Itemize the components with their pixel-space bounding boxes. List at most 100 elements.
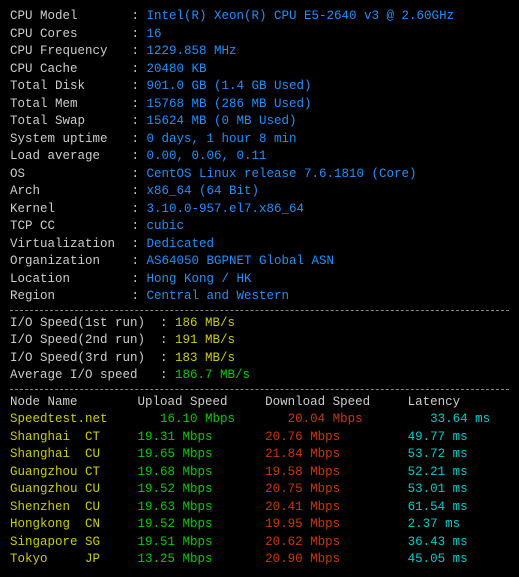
speedtest-row: Guangzhou CU 19.52 Mbps 20.75 Mbps 53.01… bbox=[10, 481, 509, 499]
colon: : bbox=[124, 184, 147, 198]
spec-row: CPU Model : Intel(R) Xeon(R) CPU E5-2640… bbox=[10, 8, 509, 26]
spec-value: cubic bbox=[147, 219, 185, 233]
io-label: Average I/O speed bbox=[10, 368, 160, 382]
colon: : bbox=[160, 316, 175, 330]
download-speed: 20.41 Mbps bbox=[265, 500, 408, 514]
spec-row: CPU Frequency : 1229.858 MHz bbox=[10, 43, 509, 61]
spec-label: Organization bbox=[10, 253, 124, 271]
spec-value: Intel(R) Xeon(R) CPU E5-2640 v3 @ 2.60GH… bbox=[147, 9, 455, 23]
latency: 52.21 ms bbox=[408, 465, 468, 479]
spec-row: Region : Central and Western bbox=[10, 288, 509, 306]
node-name: Shanghai CU bbox=[10, 447, 138, 461]
col-node: Node Name bbox=[10, 395, 138, 409]
spec-row: Virtualization : Dedicated bbox=[10, 236, 509, 254]
spec-value: 901.0 GB (1.4 GB Used) bbox=[147, 79, 312, 93]
latency: 45.05 ms bbox=[408, 552, 468, 566]
spec-row: Arch : x86_64 (64 Bit) bbox=[10, 183, 509, 201]
colon: : bbox=[124, 114, 147, 128]
latency: 61.54 ms bbox=[408, 500, 468, 514]
spec-value: CentOS Linux release 7.6.1810 (Core) bbox=[147, 167, 417, 181]
spec-label: Total Swap bbox=[10, 113, 124, 131]
spec-value: AS64050 BGPNET Global ASN bbox=[147, 254, 335, 268]
download-speed: 20.76 Mbps bbox=[265, 430, 408, 444]
spec-row: CPU Cache : 20480 KB bbox=[10, 61, 509, 79]
spec-value: Hong Kong / HK bbox=[147, 272, 252, 286]
spec-row: Organization : AS64050 BGPNET Global ASN bbox=[10, 253, 509, 271]
upload-speed: 19.52 Mbps bbox=[138, 517, 266, 531]
node-name: Tokyo JP bbox=[10, 552, 138, 566]
spec-label: Virtualization bbox=[10, 236, 124, 254]
spec-label: Kernel bbox=[10, 201, 124, 219]
spec-label: OS bbox=[10, 166, 124, 184]
download-speed: 19.95 Mbps bbox=[265, 517, 408, 531]
speedtest-row: Hongkong CN 19.52 Mbps 19.95 Mbps 2.37 m… bbox=[10, 516, 509, 534]
spec-value: 20480 KB bbox=[147, 62, 207, 76]
download-speed: 20.04 Mbps bbox=[288, 412, 431, 426]
upload-speed: 19.51 Mbps bbox=[138, 535, 266, 549]
latency: 53.72 ms bbox=[408, 447, 468, 461]
spec-value: 15624 MB (0 MB Used) bbox=[147, 114, 297, 128]
speedtest-row: Shanghai CU 19.65 Mbps 21.84 Mbps 53.72 … bbox=[10, 446, 509, 464]
spec-label: Total Disk bbox=[10, 78, 124, 96]
colon: : bbox=[124, 202, 147, 216]
spec-label: Total Mem bbox=[10, 96, 124, 114]
spec-label: Load average bbox=[10, 148, 124, 166]
spec-row: Kernel : 3.10.0-957.el7.x86_64 bbox=[10, 201, 509, 219]
colon: : bbox=[124, 272, 147, 286]
spec-value: 16 bbox=[147, 27, 162, 41]
colon: : bbox=[124, 254, 147, 268]
io-value: 186 MB/s bbox=[175, 316, 235, 330]
colon: : bbox=[124, 27, 147, 41]
spec-label: CPU Cores bbox=[10, 26, 124, 44]
colon: : bbox=[124, 289, 147, 303]
upload-speed: 19.68 Mbps bbox=[138, 465, 266, 479]
io-value: 191 MB/s bbox=[175, 333, 235, 347]
upload-speed: 19.65 Mbps bbox=[138, 447, 266, 461]
speedtest-row: Speedtest.net 16.10 Mbps 20.04 Mbps 33.6… bbox=[10, 411, 509, 429]
io-label: I/O Speed(2nd run) bbox=[10, 333, 160, 347]
io-row: I/O Speed(2nd run) : 191 MB/s bbox=[10, 332, 509, 350]
spec-label: CPU Cache bbox=[10, 61, 124, 79]
divider bbox=[10, 389, 509, 390]
col-up: Upload Speed bbox=[138, 395, 266, 409]
download-speed: 20.90 Mbps bbox=[265, 552, 408, 566]
spec-value: 1229.858 MHz bbox=[147, 44, 237, 58]
spec-row: CPU Cores : 16 bbox=[10, 26, 509, 44]
node-name: Singapore SG bbox=[10, 535, 138, 549]
spec-label: CPU Frequency bbox=[10, 43, 124, 61]
spec-label: CPU Model bbox=[10, 8, 124, 26]
upload-speed: 13.25 Mbps bbox=[138, 552, 266, 566]
node-name: Hongkong CN bbox=[10, 517, 138, 531]
colon: : bbox=[124, 149, 147, 163]
spec-label: System uptime bbox=[10, 131, 124, 149]
upload-speed: 19.63 Mbps bbox=[138, 500, 266, 514]
speedtest-row: Tokyo JP 13.25 Mbps 20.90 Mbps 45.05 ms bbox=[10, 551, 509, 569]
colon: : bbox=[124, 219, 147, 233]
download-speed: 20.62 Mbps bbox=[265, 535, 408, 549]
speedtest-row: Guangzhou CT 19.68 Mbps 19.58 Mbps 52.21… bbox=[10, 464, 509, 482]
spec-value: 0.00, 0.06, 0.11 bbox=[147, 149, 267, 163]
colon: : bbox=[124, 237, 147, 251]
node-name: Guangzhou CT bbox=[10, 465, 138, 479]
speedtest-row: Shanghai CT 19.31 Mbps 20.76 Mbps 49.77 … bbox=[10, 429, 509, 447]
colon: : bbox=[160, 351, 175, 365]
spec-label: Region bbox=[10, 288, 124, 306]
col-down: Download Speed bbox=[265, 395, 408, 409]
colon: : bbox=[124, 62, 147, 76]
spec-value: Dedicated bbox=[147, 237, 215, 251]
latency: 36.43 ms bbox=[408, 535, 468, 549]
io-label: I/O Speed(1st run) bbox=[10, 316, 160, 330]
io-value: 183 MB/s bbox=[175, 351, 235, 365]
latency: 33.64 ms bbox=[430, 412, 490, 426]
spec-row: System uptime : 0 days, 1 hour 8 min bbox=[10, 131, 509, 149]
spec-row: Total Disk : 901.0 GB (1.4 GB Used) bbox=[10, 78, 509, 96]
colon: : bbox=[160, 333, 175, 347]
spec-label: TCP CC bbox=[10, 218, 124, 236]
node-name: Speedtest.net bbox=[10, 412, 160, 426]
io-row: I/O Speed(1st run) : 186 MB/s bbox=[10, 315, 509, 333]
node-name: Guangzhou CU bbox=[10, 482, 138, 496]
spec-row: OS : CentOS Linux release 7.6.1810 (Core… bbox=[10, 166, 509, 184]
divider bbox=[10, 310, 509, 311]
upload-speed: 19.31 Mbps bbox=[138, 430, 266, 444]
colon: : bbox=[124, 97, 147, 111]
